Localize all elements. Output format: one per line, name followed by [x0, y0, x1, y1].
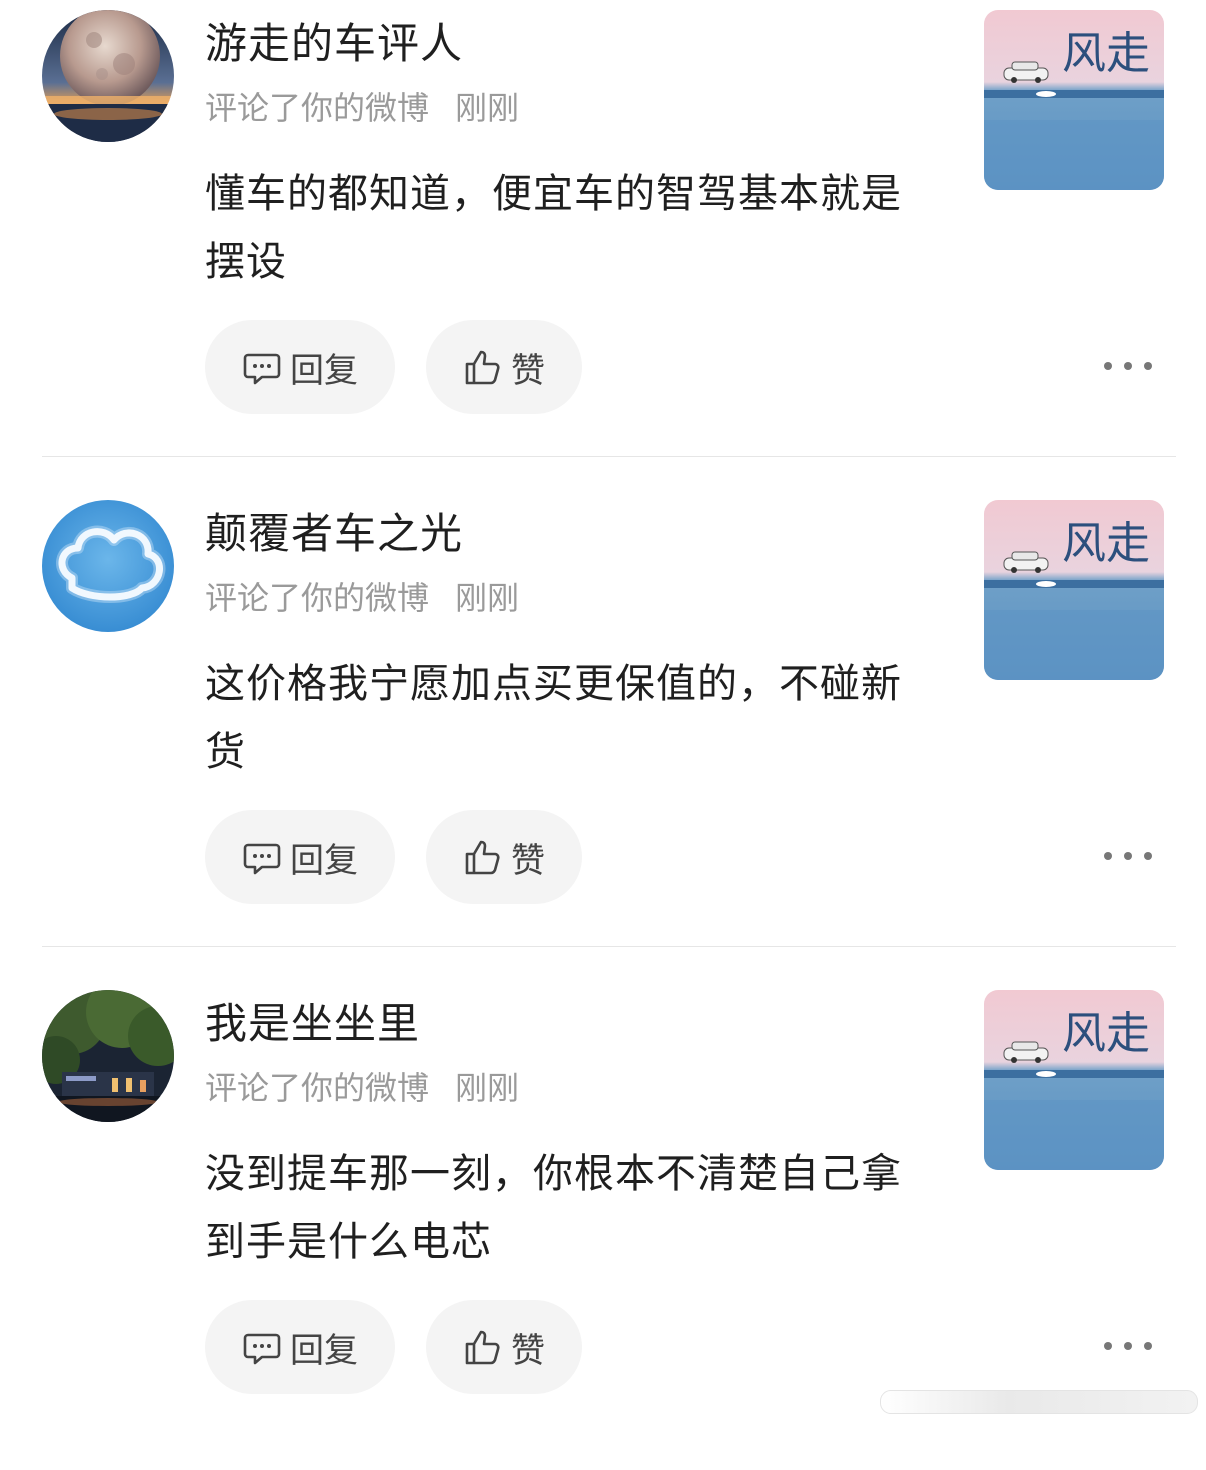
- comment-icon: [242, 1327, 282, 1367]
- svg-text:风走: 风走: [1062, 518, 1150, 569]
- action-text: 评论了你的微博: [205, 1069, 430, 1107]
- notification-item[interactable]: 颠覆者车之光 评论了你的微博 刚刚 这价格我宁愿加点买更保值的，不碰新货 风走 …: [0, 490, 1206, 980]
- like-button[interactable]: 赞: [426, 1300, 582, 1394]
- username[interactable]: 我是坐坐里: [205, 996, 420, 1052]
- notification-meta: 评论了你的微博 刚刚: [205, 86, 519, 130]
- timestamp: 刚刚: [455, 89, 520, 127]
- car-poster-image: 风走: [984, 500, 1164, 680]
- scroll-indicator: [880, 1390, 1198, 1414]
- night-tree-avatar-image: [42, 990, 174, 1122]
- reply-button[interactable]: 回复: [205, 810, 395, 904]
- like-label: 赞: [511, 840, 545, 881]
- comment-icon: [242, 837, 282, 877]
- reply-button[interactable]: 回复: [205, 1300, 395, 1394]
- notification-item[interactable]: 游走的车评人 评论了你的微博 刚刚 懂车的都知道，便宜车的智驾基本就是摆设 风走…: [0, 0, 1206, 490]
- svg-text:风走: 风走: [1062, 1008, 1150, 1059]
- divider: [42, 456, 1176, 457]
- timestamp: 刚刚: [455, 1069, 520, 1107]
- car-poster-image: 风走: [984, 990, 1164, 1170]
- post-thumbnail[interactable]: 风走: [984, 990, 1164, 1170]
- comment-icon: [242, 347, 282, 387]
- comment-text[interactable]: 这价格我宁愿加点买更保值的，不碰新货: [205, 650, 935, 786]
- action-text: 评论了你的微博: [205, 579, 430, 617]
- reply-label: 回复: [290, 1330, 358, 1371]
- comment-text[interactable]: 没到提车那一刻，你根本不清楚自己拿到手是什么电芯: [205, 1140, 935, 1276]
- post-thumbnail[interactable]: 风走: [984, 10, 1164, 190]
- moon-avatar-image: [42, 10, 174, 142]
- avatar[interactable]: [42, 10, 174, 142]
- thumbs-up-icon: [463, 1327, 503, 1367]
- like-label: 赞: [511, 1330, 545, 1371]
- notification-meta: 评论了你的微博 刚刚: [205, 576, 519, 620]
- reply-label: 回复: [290, 350, 358, 391]
- reply-label: 回复: [290, 840, 358, 881]
- like-button[interactable]: 赞: [426, 320, 582, 414]
- thumbs-up-icon: [463, 837, 503, 877]
- like-label: 赞: [511, 350, 545, 391]
- avatar[interactable]: [42, 990, 174, 1122]
- more-options-icon[interactable]: [1104, 346, 1152, 386]
- like-button[interactable]: 赞: [426, 810, 582, 904]
- username[interactable]: 游走的车评人: [205, 16, 463, 72]
- more-options-icon[interactable]: [1104, 1326, 1152, 1366]
- comment-text[interactable]: 懂车的都知道，便宜车的智驾基本就是摆设: [205, 160, 935, 296]
- username[interactable]: 颠覆者车之光: [205, 506, 463, 562]
- car-poster-image: 风走: [984, 10, 1164, 190]
- timestamp: 刚刚: [455, 579, 520, 617]
- svg-text:风走: 风走: [1062, 28, 1150, 79]
- avatar[interactable]: [42, 500, 174, 632]
- action-text: 评论了你的微博: [205, 89, 430, 127]
- divider: [42, 946, 1176, 947]
- thumbs-up-icon: [463, 347, 503, 387]
- more-options-icon[interactable]: [1104, 836, 1152, 876]
- notification-meta: 评论了你的微博 刚刚: [205, 1066, 519, 1110]
- cloud-avatar-image: [42, 500, 174, 632]
- post-thumbnail[interactable]: 风走: [984, 500, 1164, 680]
- reply-button[interactable]: 回复: [205, 320, 395, 414]
